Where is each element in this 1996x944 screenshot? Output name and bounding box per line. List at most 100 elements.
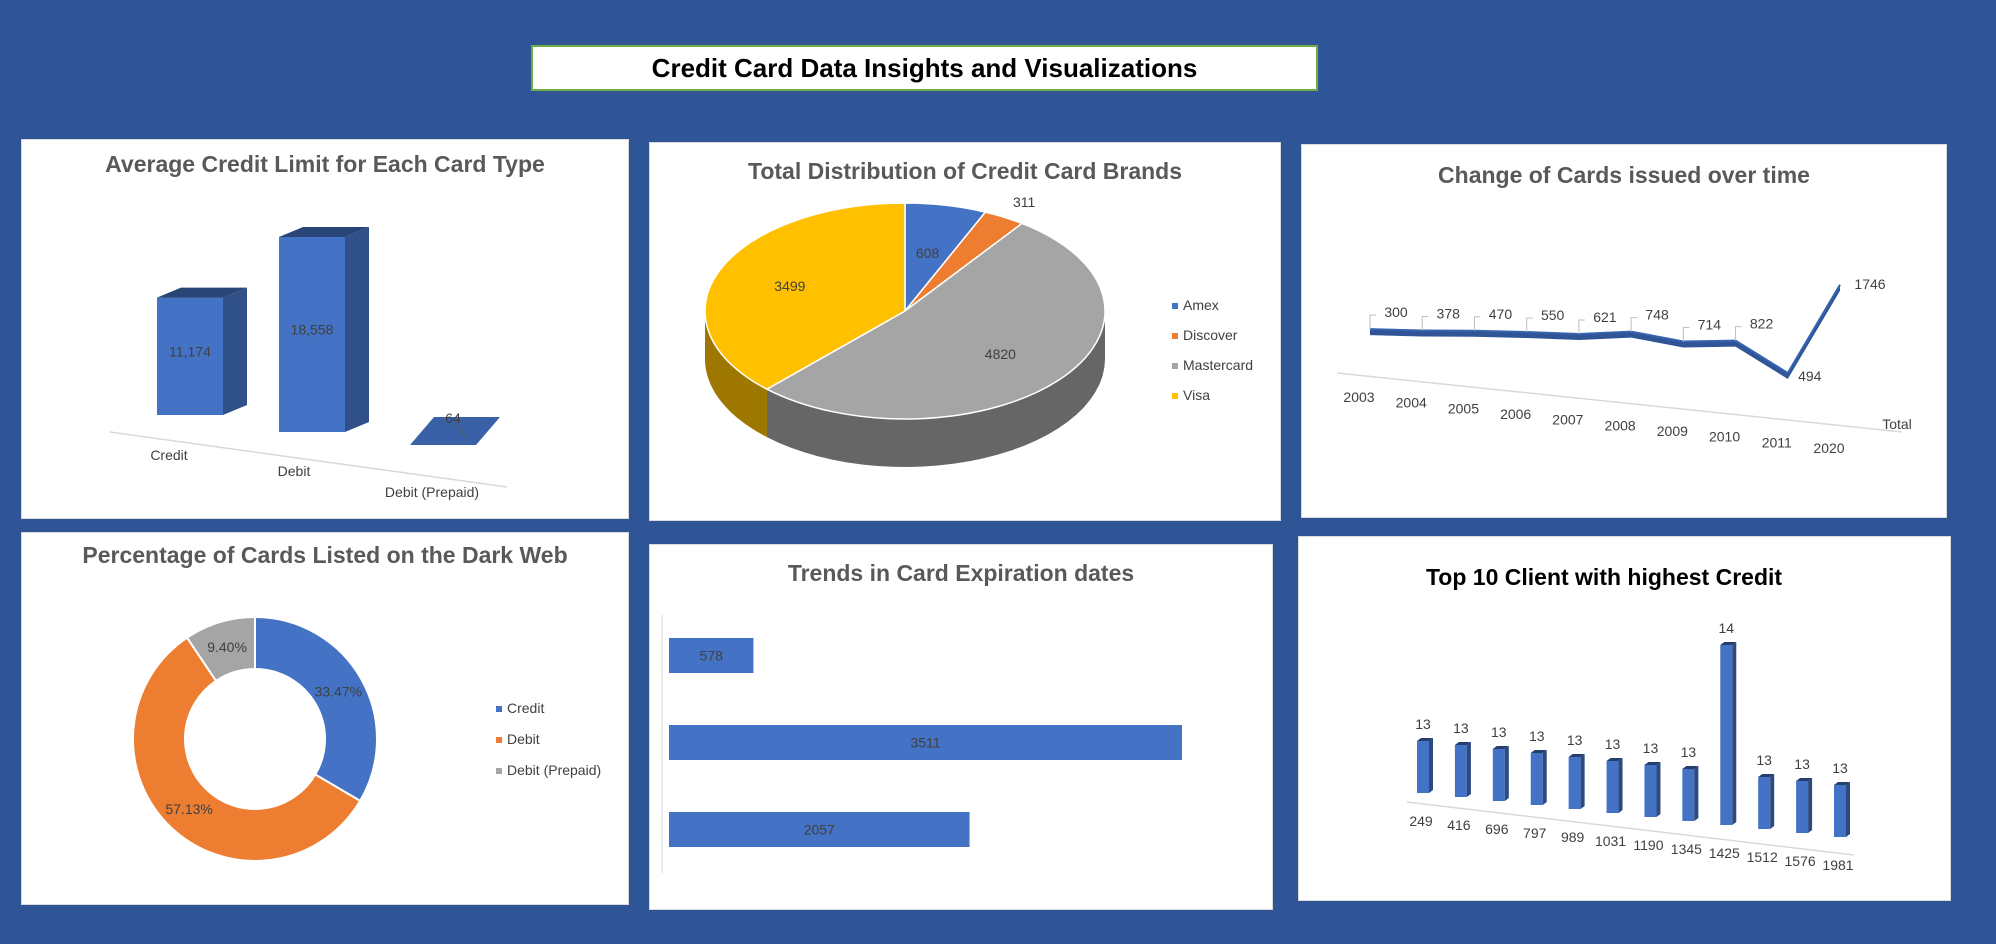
bar [1720, 642, 1737, 825]
bar-side [1732, 642, 1737, 825]
brand-distribution-chart: Total Distribution of Credit Card Brands… [704, 158, 1253, 467]
data-label: 494 [1798, 368, 1822, 384]
tick-label: 1981 [1822, 857, 1853, 873]
donut-slice [254, 615, 378, 803]
leader-line [1526, 317, 1533, 333]
tick-label: 416 [1447, 817, 1471, 833]
series-label: Total [1882, 416, 1912, 432]
legend-swatch [1172, 393, 1178, 399]
data-label: 11,174 [169, 343, 211, 359]
data-label: 13 [1643, 740, 1659, 756]
legend-label: Mastercard [1183, 357, 1253, 373]
legend-label: Discover [1183, 327, 1238, 343]
chart-title: Top 10 Client with highest Credit [1426, 564, 1782, 590]
data-label: 13 [1529, 728, 1545, 744]
brand-distribution-panel[interactable]: Total Distribution of Credit Card Brands… [650, 143, 1280, 520]
data-label: 13 [1756, 752, 1772, 768]
tick-label: 1190 [1633, 837, 1663, 853]
legend-label: Debit (Prepaid) [507, 762, 601, 778]
data-label: 9.40% [207, 639, 247, 655]
bar-side [1694, 766, 1699, 821]
bar-front [1720, 645, 1733, 825]
legend-label: Debit [507, 731, 540, 747]
tick-label: 1345 [1671, 841, 1702, 857]
bar-side [1618, 758, 1623, 813]
bar-front [1796, 781, 1809, 833]
data-label: 822 [1750, 316, 1774, 332]
legend-label: Visa [1183, 387, 1210, 403]
tick-label: Debit (Prepaid) [385, 484, 479, 500]
bar-side [1542, 750, 1547, 805]
bar [1606, 758, 1623, 813]
bar [1454, 742, 1471, 797]
tick-label: 2011 [1762, 434, 1792, 450]
dark-web-panel[interactable]: Percentage of Cards Listed on the Dark W… [22, 533, 628, 904]
data-label: 3499 [774, 278, 805, 294]
bar [1796, 778, 1813, 833]
bar-side [1808, 778, 1813, 833]
bar-front [1682, 769, 1695, 821]
dashboard-title: Credit Card Data Insights and Visualizat… [531, 45, 1318, 91]
dark-web-chart: Percentage of Cards Listed on the Dark W… [82, 542, 601, 862]
chart-title: Total Distribution of Credit Card Brands [748, 158, 1182, 184]
data-label: 550 [1541, 307, 1565, 323]
data-label: 14 [1718, 620, 1734, 636]
avg-credit-limit-panel[interactable]: Average Credit Limit for Each Card Type … [22, 140, 628, 518]
bar-side [1580, 754, 1585, 809]
top-clients-panel[interactable]: Top 10 Client with highest Credit 13 249 1… [1299, 537, 1950, 900]
tick-label: 2008 [1605, 417, 1636, 433]
tick-label: Credit [150, 447, 187, 463]
leader-line [1578, 319, 1585, 334]
legend-swatch [1172, 303, 1178, 309]
tick-label: 1425 [1709, 845, 1740, 861]
legend-swatch [1172, 363, 1178, 369]
bar-side [1429, 738, 1433, 793]
tick-label: 2020 [1813, 440, 1844, 456]
leader-line [1369, 314, 1376, 330]
expiration-panel[interactable]: Trends in Card Expiration dates 578 3511 2… [650, 545, 1272, 909]
bar [1417, 738, 1433, 793]
bar [1644, 762, 1661, 817]
legend-swatch [496, 737, 502, 743]
data-label: 13 [1453, 720, 1469, 736]
tick-label: 797 [1523, 825, 1547, 841]
data-label: 18,558 [291, 322, 334, 338]
bar-side [345, 227, 369, 432]
bar-side [1846, 782, 1850, 837]
tick-label: Debit [278, 463, 311, 479]
data-label: 300 [1384, 304, 1408, 320]
legend-swatch [496, 706, 502, 712]
data-label: 578 [700, 648, 724, 664]
chart-title: Percentage of Cards Listed on the Dark W… [82, 542, 567, 568]
avg-credit-limit-chart: Average Credit Limit for Each Card Type … [105, 151, 545, 500]
data-label: 3511 [910, 735, 940, 751]
bar-front [1834, 785, 1846, 837]
bar-side [1656, 762, 1661, 817]
cards-over-time-panel[interactable]: Change of Cards issued over time 300 378 4… [1302, 145, 1946, 517]
bar-front [1492, 749, 1505, 801]
tick-label: 989 [1561, 829, 1585, 845]
data-label: 470 [1489, 306, 1513, 322]
tick-label: 2003 [1343, 389, 1374, 405]
bar-front [1417, 741, 1429, 793]
data-label: 4820 [985, 346, 1016, 362]
floor-line [1406, 801, 1855, 856]
data-label: 714 [1698, 317, 1722, 333]
bar-front [1606, 761, 1619, 813]
data-label: 13 [1415, 716, 1431, 732]
tick-label: 696 [1485, 821, 1509, 837]
bar-side [1466, 742, 1471, 797]
bar-side [1504, 746, 1509, 801]
bar [1758, 774, 1775, 829]
data-label: 2057 [804, 822, 835, 838]
leader-line [1630, 317, 1638, 332]
leader-line [1421, 315, 1429, 331]
legend-label: Amex [1183, 297, 1219, 313]
bar-front [1530, 753, 1543, 805]
data-label: 13 [1605, 736, 1621, 752]
tick-label: 2007 [1552, 412, 1583, 428]
cards-over-time-chart: Change of Cards issued over time 300 378 4… [1336, 162, 1912, 456]
bar [1492, 746, 1509, 801]
data-label: 33.47% [315, 683, 362, 699]
data-label: 378 [1437, 305, 1461, 321]
